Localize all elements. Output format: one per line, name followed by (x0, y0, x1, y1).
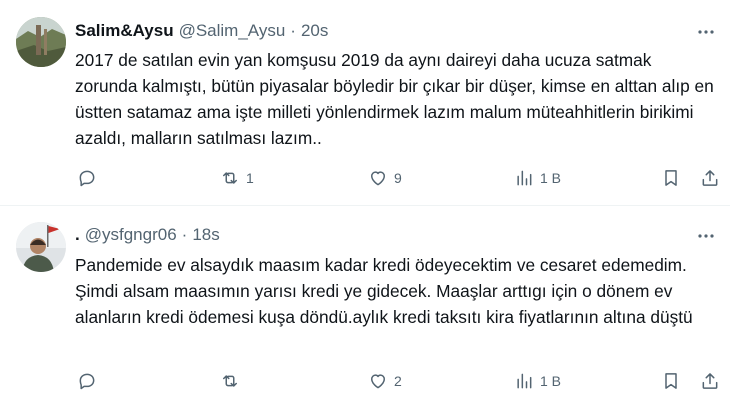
tweet-text: Pandemide ev alsaydık maasım kadar kredi… (75, 255, 693, 327)
like-button[interactable]: 9 (368, 167, 402, 189)
reply-icon (79, 170, 95, 187)
reply-icon (79, 373, 95, 390)
user-handle[interactable]: @ysfgngr06 (85, 225, 177, 245)
timestamp[interactable]: 20s (301, 21, 328, 41)
bookmark-icon (665, 373, 677, 389)
views-icon (517, 170, 532, 186)
user-handle[interactable]: @Salim_Aysu (179, 21, 286, 41)
bookmark-button[interactable] (661, 370, 681, 392)
share-button[interactable] (700, 167, 720, 189)
heart-icon (371, 374, 385, 389)
bookmark-button[interactable] (661, 167, 681, 189)
tweet[interactable]: Salim&Aysu @Salim_Aysu · 20s 2017 de sat… (0, 0, 730, 205)
like-button[interactable]: 2 (368, 370, 402, 392)
action-bar: 2 1 B (75, 370, 720, 392)
share-icon (702, 170, 718, 186)
tweet-text: 2017 de satılan evin yan komşusu 2019 da… (75, 50, 714, 148)
more-icon[interactable] (696, 22, 716, 42)
separator-dot: · (290, 21, 296, 40)
action-bar: 1 9 1 B (75, 167, 720, 189)
share-button[interactable] (700, 370, 720, 392)
tweet-header: Salim&Aysu @Salim_Aysu · 20s (75, 21, 328, 41)
share-icon (702, 373, 718, 389)
views-icon (517, 373, 532, 389)
avatar[interactable] (16, 222, 66, 272)
more-icon[interactable] (696, 226, 716, 246)
retweet-count: 1 (246, 170, 254, 186)
separator-dot: · (181, 225, 188, 244)
reply-button[interactable] (77, 167, 103, 189)
retweet-icon (223, 375, 237, 387)
tweet-header: . @ysfgngr06 · 18s (75, 225, 220, 245)
avatar[interactable] (16, 17, 66, 67)
views-button[interactable]: 1 B (514, 167, 561, 189)
view-count: 1 B (540, 170, 562, 186)
retweet-button[interactable] (220, 370, 246, 392)
tweet[interactable]: . @ysfgngr06 · 18s Pandemide ev alsaydık… (0, 206, 730, 420)
heart-icon (371, 171, 385, 186)
display-name[interactable]: . (75, 225, 80, 245)
view-count: 1 B (540, 373, 562, 389)
retweet-button[interactable]: 1 (220, 167, 254, 189)
like-count: 2 (394, 373, 402, 389)
retweet-icon (223, 172, 237, 184)
timestamp[interactable]: 18s (192, 225, 219, 245)
views-button[interactable]: 1 B (514, 370, 561, 392)
reply-button[interactable] (77, 370, 103, 392)
display-name[interactable]: Salim&Aysu (75, 21, 174, 41)
like-count: 9 (394, 170, 402, 186)
bookmark-icon (665, 170, 677, 186)
